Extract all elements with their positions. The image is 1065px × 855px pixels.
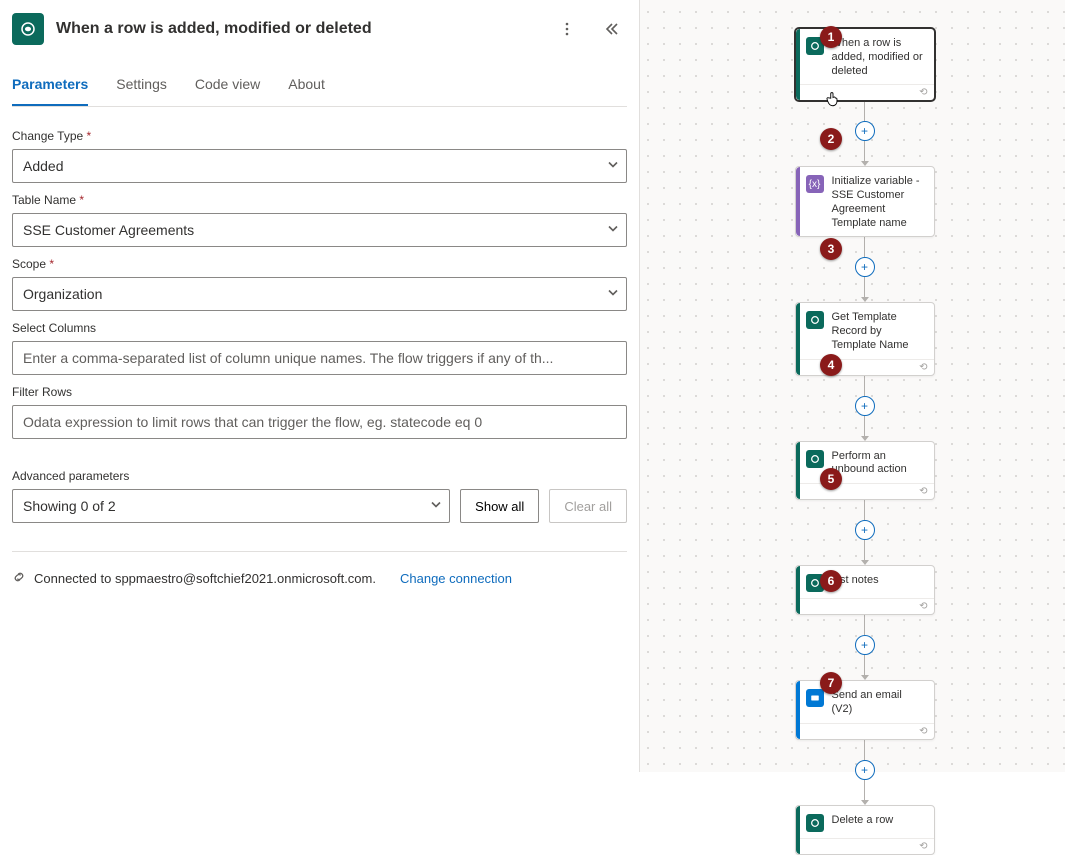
annotation-badge: 5	[820, 468, 842, 490]
flow-node-list-notes[interactable]: List notes ⟲	[795, 565, 935, 615]
filter-rows-input[interactable]	[12, 405, 627, 439]
filter-rows-label: Filter Rows	[12, 385, 627, 399]
tab-settings[interactable]: Settings	[116, 66, 167, 106]
dataverse-icon	[806, 450, 824, 468]
node-label: When a row is added, modified or deleted	[832, 37, 926, 78]
scope-label: Scope *	[12, 257, 627, 271]
flow-node-get-template[interactable]: Get Template Record by Template Name ⟲	[795, 302, 935, 375]
flow-node-unbound-action[interactable]: Perform an unbound action ⟲	[795, 441, 935, 501]
annotation-badge: 3	[820, 238, 842, 260]
parameters-form: Change Type * Added Table Name * SSE Cus…	[12, 107, 627, 439]
add-step-button[interactable]: +	[855, 520, 875, 540]
table-name-label: Table Name *	[12, 193, 627, 207]
add-step-button[interactable]: +	[855, 257, 875, 277]
select-columns-input[interactable]	[12, 341, 627, 375]
advanced-label: Advanced parameters	[12, 469, 627, 483]
flow-node-delete-row[interactable]: Delete a row ⟲	[795, 805, 935, 855]
show-all-button[interactable]: Show all	[460, 489, 539, 523]
link-icon: ⟲	[919, 601, 927, 612]
add-step-button[interactable]: +	[855, 635, 875, 655]
annotation-badge: 4	[820, 354, 842, 376]
add-step-button[interactable]: +	[855, 121, 875, 141]
link-icon: ⟲	[919, 362, 927, 373]
node-label: Send an email (V2)	[832, 689, 926, 717]
change-type-label: Change Type *	[12, 129, 627, 143]
dataverse-icon	[806, 311, 824, 329]
dataverse-icon	[806, 814, 824, 832]
cursor-hand-icon	[824, 90, 842, 108]
scope-select[interactable]: Organization	[12, 277, 627, 311]
tab-parameters[interactable]: Parameters	[12, 66, 88, 106]
select-columns-label: Select Columns	[12, 321, 627, 335]
add-step-button[interactable]: +	[855, 396, 875, 416]
node-label: Get Template Record by Template Name	[832, 311, 926, 352]
node-label: Perform an unbound action	[832, 450, 926, 478]
flow-canvas[interactable]: When a row is added, modified or deleted…	[640, 0, 1065, 772]
flow-node-send-email[interactable]: Send an email (V2) ⟲	[795, 680, 935, 740]
connection-info: Connected to sppmaestro@softchief2021.on…	[12, 551, 627, 587]
more-menu-button[interactable]	[551, 13, 583, 45]
config-panel: When a row is added, modified or deleted…	[0, 0, 640, 772]
clear-all-button: Clear all	[549, 489, 627, 523]
variable-icon: {x}	[806, 175, 824, 193]
annotation-badge: 7	[820, 672, 842, 694]
collapse-panel-button[interactable]	[595, 13, 627, 45]
node-label: Delete a row	[832, 814, 894, 828]
annotation-badge: 1	[820, 26, 842, 48]
panel-header: When a row is added, modified or deleted	[12, 0, 627, 58]
advanced-parameters: Advanced parameters Showing 0 of 2 Show …	[12, 465, 627, 523]
dataverse-icon	[12, 13, 44, 45]
panel-title: When a row is added, modified or deleted	[56, 20, 539, 38]
change-connection-link[interactable]: Change connection	[400, 571, 512, 586]
link-icon: ⟲	[919, 486, 927, 497]
add-step-button[interactable]: +	[855, 760, 875, 780]
advanced-select[interactable]: Showing 0 of 2	[12, 489, 450, 523]
annotation-badge: 6	[820, 570, 842, 592]
connection-text: Connected to sppmaestro@softchief2021.on…	[34, 571, 376, 586]
flow-node-trigger[interactable]: When a row is added, modified or deleted…	[795, 28, 935, 101]
tab-codeview[interactable]: Code view	[195, 66, 260, 106]
tab-about[interactable]: About	[288, 66, 325, 106]
change-type-select[interactable]: Added	[12, 149, 627, 183]
table-name-select[interactable]: SSE Customer Agreements	[12, 213, 627, 247]
node-label: Initialize variable - SSE Customer Agree…	[832, 175, 926, 230]
link-icon: ⟲	[919, 726, 927, 737]
outlook-icon	[806, 689, 824, 707]
link-icon: ⟲	[919, 841, 927, 852]
annotation-badge: 2	[820, 128, 842, 150]
flow-node-init-variable[interactable]: {x} Initialize variable - SSE Customer A…	[795, 166, 935, 237]
tab-bar: Parameters Settings Code view About	[12, 66, 627, 107]
link-icon: ⟲	[919, 87, 927, 98]
link-icon	[12, 570, 26, 587]
flow-column: When a row is added, modified or deleted…	[765, 28, 965, 855]
